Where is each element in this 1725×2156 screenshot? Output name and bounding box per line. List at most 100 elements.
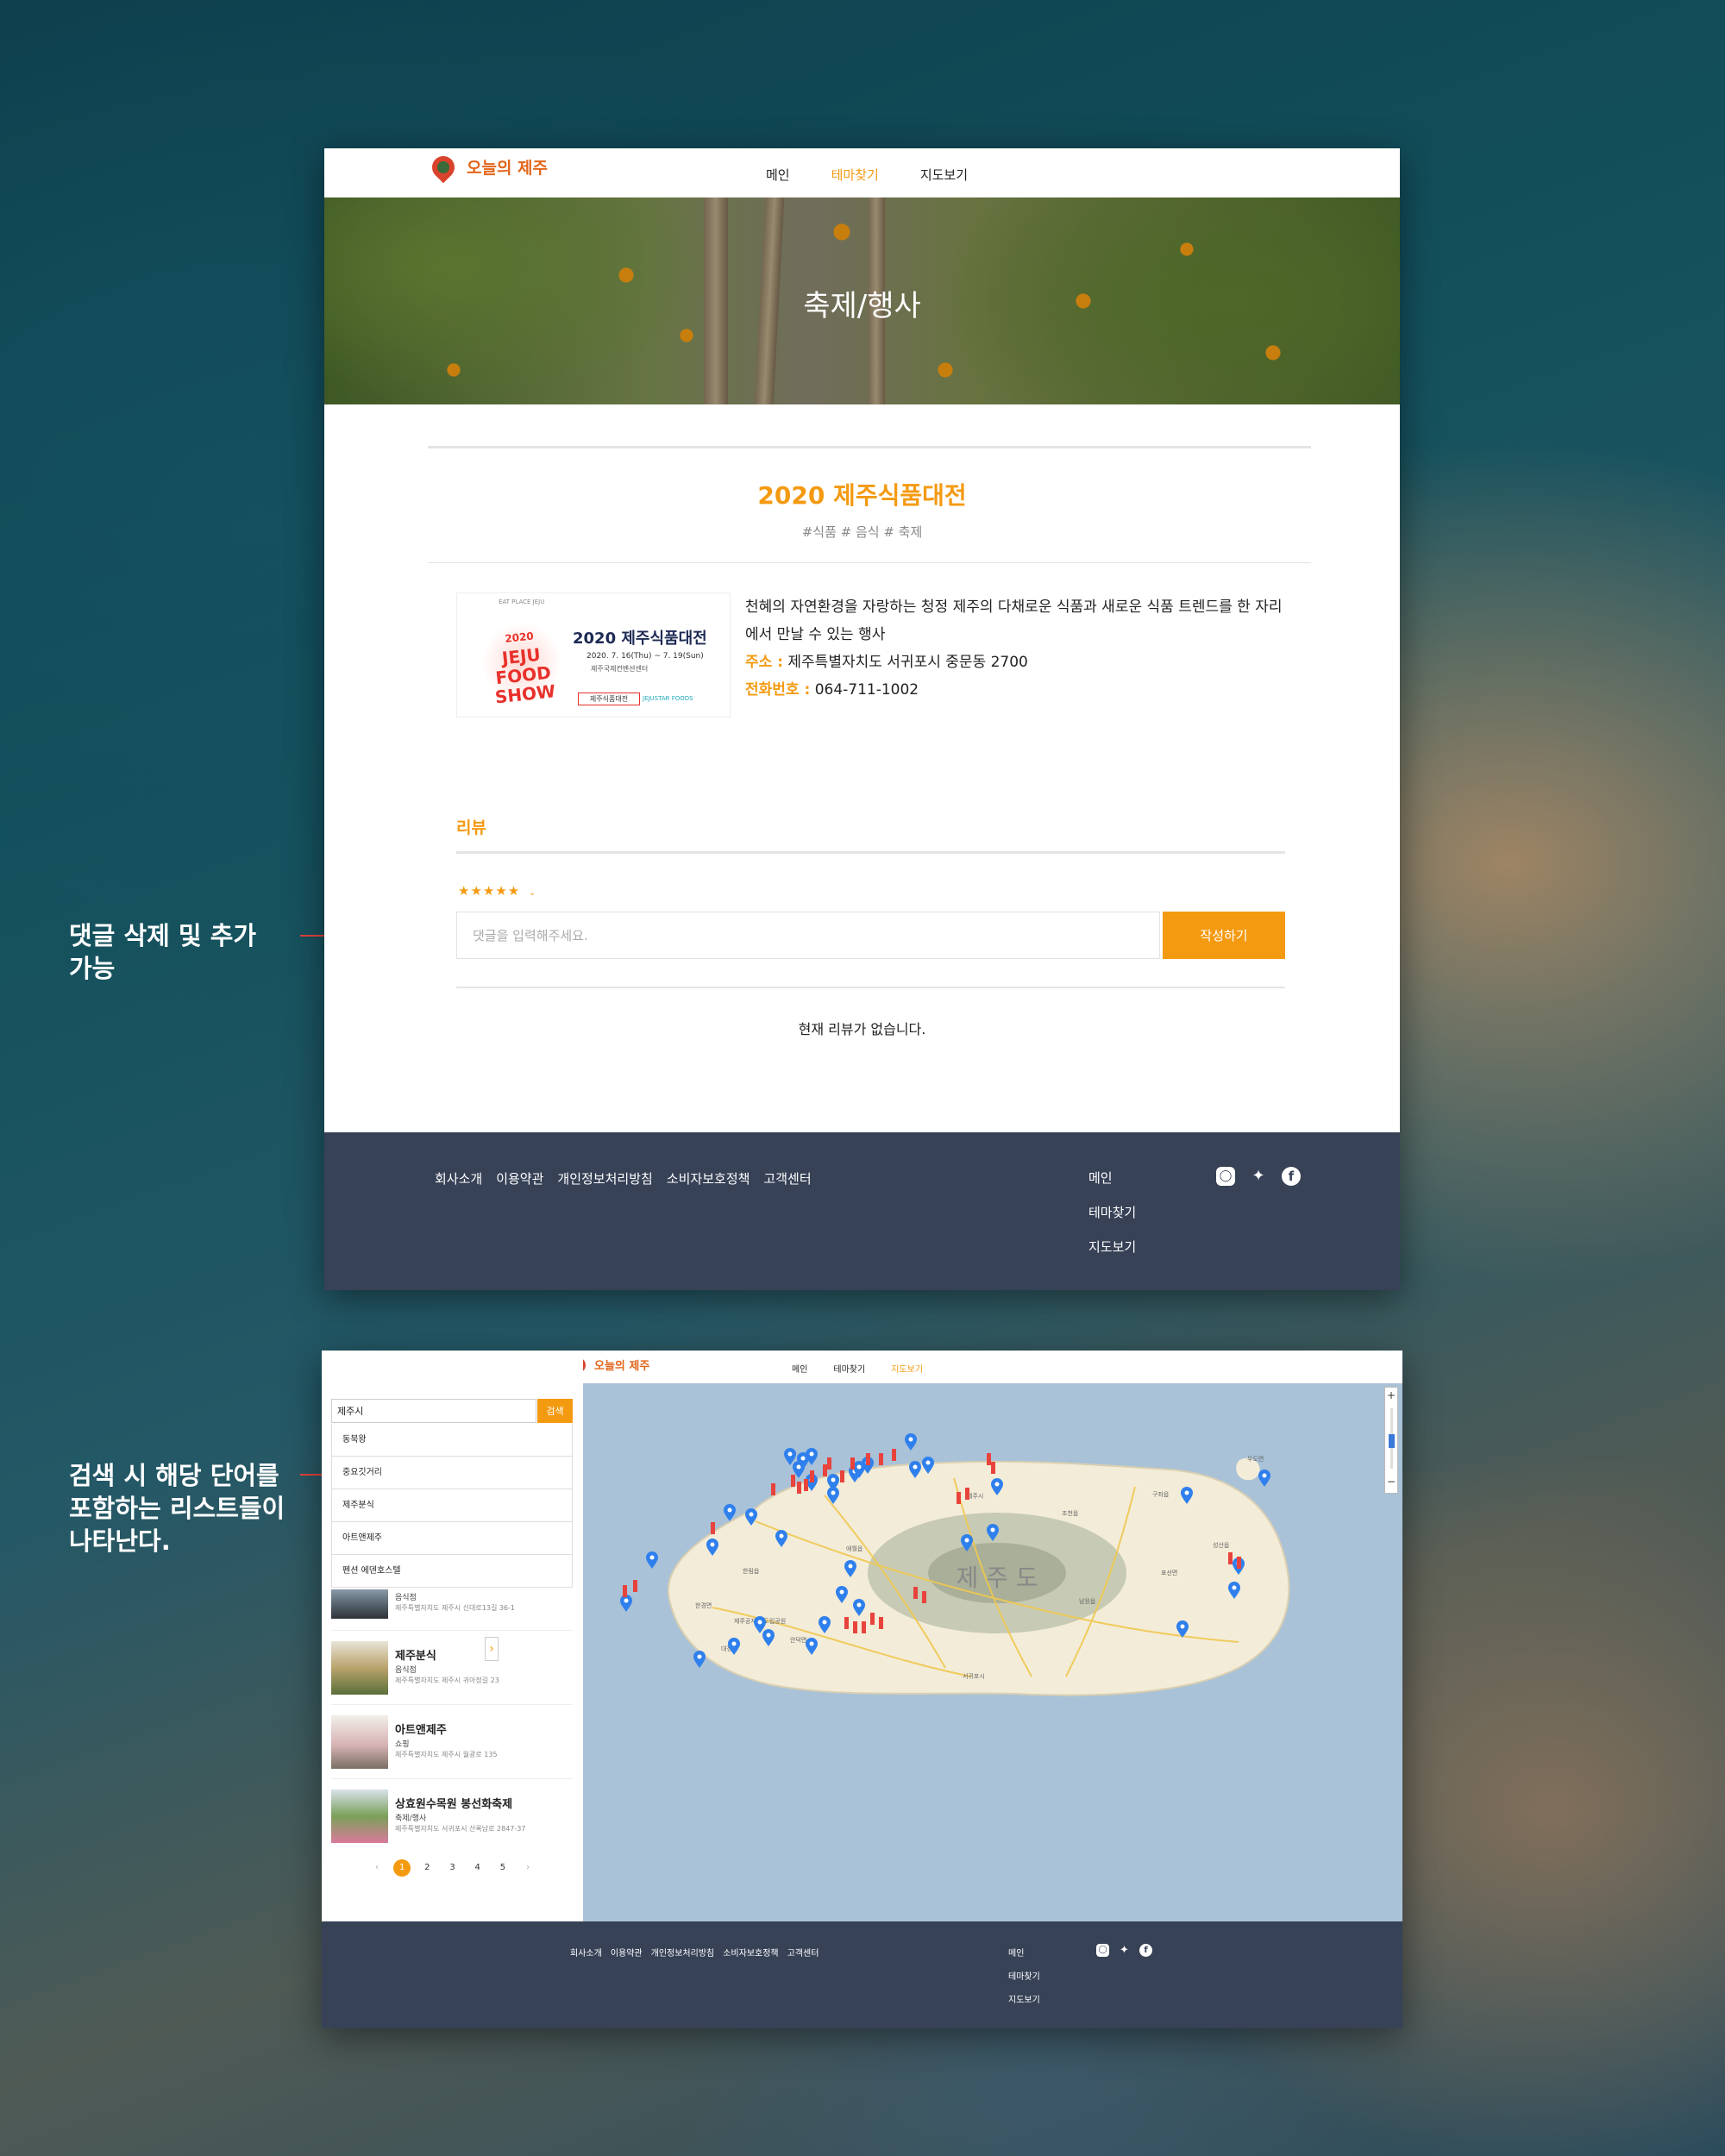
twitter-icon[interactable]: ✦ (1249, 1167, 1268, 1186)
result-thumbnail (331, 1641, 388, 1695)
description-text: 천혜의 자연환경을 자랑하는 청정 제주의 다채로운 식품과 새로운 식품 트렌… (745, 599, 1283, 643)
annotation-search: 검색 시 해당 단어를 포함하는 리스트들이 나타난다. (69, 1461, 285, 1556)
map-place-label: 한경면 (695, 1601, 712, 1609)
suggestion-item[interactable]: 아트앤제주 (331, 1522, 573, 1555)
instagram-icon[interactable]: ◯ (1216, 1167, 1235, 1186)
page-link[interactable]: 2 (418, 1859, 436, 1877)
submit-comment-button[interactable]: 작성하기 (1163, 912, 1285, 959)
jeju-map: 제 주 도 제주시 구좌읍 조천읍 애월읍 한림읍 성산읍 표선면 남원읍 서귀… (620, 1433, 1290, 1696)
map-marker-red (850, 1457, 855, 1470)
result-item[interactable]: 상효원수목원 봉선화축제 축제/행사 제주특별자치도 서귀포시 산록남로 284… (331, 1779, 573, 1853)
footer: 회사소개 이용약관 개인정보처리방침 소비자보호정책 고객센터 메인 테마찾기 … (324, 1132, 1400, 1290)
footer-link[interactable]: 개인정보처리방침 (557, 1169, 652, 1188)
zoom-slider[interactable] (1388, 1408, 1395, 1469)
comment-input[interactable] (456, 912, 1160, 959)
page-link[interactable]: 5 (494, 1859, 511, 1877)
nav-map[interactable]: 지도보기 (920, 166, 968, 184)
review-heading: 리뷰 (456, 818, 486, 837)
map-marker-red (879, 1617, 883, 1629)
zoom-control[interactable]: + − (1384, 1387, 1398, 1494)
nav-theme[interactable]: 테마찾기 (831, 166, 879, 184)
footer-links: 회사소개 이용약관 개인정보처리방침 소비자보호정책 고객센터 (435, 1169, 812, 1188)
page-link[interactable]: 1 (393, 1859, 411, 1877)
footer-link[interactable]: 개인정보처리방침 (651, 1946, 715, 1959)
divider (456, 987, 1285, 988)
suggestion-item[interactable]: 제주분식 (331, 1489, 573, 1522)
suggestion-item[interactable]: 중요깃거리 (331, 1457, 573, 1489)
map-marker-red (853, 1621, 857, 1633)
panel-toggle-button[interactable]: › (485, 1637, 499, 1661)
map-marker-red (870, 1613, 875, 1625)
footer-nav-theme[interactable]: 테마찾기 (1008, 1965, 1040, 1989)
nav-map[interactable]: 지도보기 (891, 1362, 923, 1375)
page-link[interactable]: 3 (444, 1859, 461, 1877)
map-marker-red (823, 1464, 827, 1476)
hero-banner: 축제/행사 (324, 197, 1400, 404)
map-marker-red (791, 1475, 795, 1487)
main-nav: 메인 테마찾기 지도보기 (792, 1362, 923, 1375)
footer-link[interactable]: 소비자보호정책 (723, 1946, 778, 1959)
nav-theme[interactable]: 테마찾기 (833, 1362, 865, 1375)
prev-page-icon[interactable]: ‹ (368, 1859, 386, 1877)
result-thumbnail (331, 1715, 388, 1769)
nav-main[interactable]: 메인 (766, 166, 790, 184)
next-page-icon[interactable]: › (519, 1859, 536, 1877)
footer-link[interactable]: 소비자보호정책 (667, 1169, 750, 1188)
footer-nav-map[interactable]: 지도보기 (1008, 1989, 1040, 2012)
map-marker-red (633, 1580, 637, 1592)
empty-reviews-message: 현재 리뷰가 없습니다. (798, 1021, 926, 1037)
map-marker-red (827, 1457, 831, 1470)
search-panel: 검색 동북왕 중요깃거리 제주분식 아트앤제주 펜션 에덴호스텔 음식점 제주특… (322, 1351, 583, 1889)
map-view[interactable]: 제 주 도 제주시 구좌읍 조천읍 애월읍 한림읍 성산읍 표선면 남원읍 서귀… (583, 1383, 1402, 1921)
divider (428, 562, 1311, 563)
map-marker-blue (1258, 1470, 1270, 1487)
page-link[interactable]: 4 (469, 1859, 486, 1877)
instagram-icon[interactable]: ◯ (1096, 1944, 1109, 1957)
map-marker-red (1228, 1552, 1233, 1564)
suggestion-item[interactable]: 펜션 에덴호스텔 (331, 1555, 573, 1588)
footer-link[interactable]: 고객센터 (763, 1169, 811, 1188)
map-marker-red (965, 1488, 969, 1500)
nav-main[interactable]: 메인 (792, 1362, 807, 1375)
search-input[interactable] (331, 1399, 536, 1423)
map-marker-red (957, 1492, 961, 1504)
suggestion-item[interactable]: 동북왕 (331, 1424, 573, 1457)
result-item[interactable]: 음식점 제주특별자치도 제주시 신대로13길 36-1 (331, 1588, 573, 1631)
result-item[interactable]: 제주분식 음식점 제주특별자치도 제주시 귀아정길 23 (331, 1631, 573, 1705)
map-marker-red (844, 1617, 849, 1629)
map-marker-red (623, 1585, 627, 1597)
divider (428, 446, 1311, 448)
result-thumbnail (331, 1589, 388, 1619)
zoom-out-icon[interactable]: − (1385, 1474, 1397, 1489)
map-marker-red (840, 1470, 844, 1482)
footer-nav-theme[interactable]: 테마찾기 (1088, 1195, 1136, 1230)
footer-nav-map[interactable]: 지도보기 (1088, 1230, 1136, 1264)
search-button[interactable]: 검색 (537, 1399, 573, 1423)
map-pin-logo-icon (427, 151, 460, 183)
social-links: ◯ ✦ f (1096, 1944, 1152, 1957)
rating-select[interactable]: ★★★★★ ⌄ (458, 883, 536, 899)
result-item[interactable]: 아트앤제주 쇼핑 제주특별자치도 제주시 월광로 135 (331, 1705, 573, 1779)
event-title: 2020 제주식품대전 (757, 481, 967, 510)
map-marker-red (797, 1482, 801, 1494)
footer-nav: 메인 테마찾기 지도보기 (1088, 1161, 1136, 1264)
event-poster: EAT PLACE JEJU 2020 JEJU FOOD SHOW 2020 … (456, 592, 731, 718)
footer-link[interactable]: 고객센터 (787, 1946, 819, 1959)
map-marker-red (913, 1587, 918, 1599)
footer-nav-main[interactable]: 메인 (1008, 1942, 1040, 1965)
footer-nav-main[interactable]: 메인 (1088, 1161, 1136, 1195)
phone-line: 전화번호 : 064-711-1002 (745, 681, 919, 699)
map-place-label: 성산읍 (1213, 1541, 1230, 1549)
footer-link[interactable]: 회사소개 (435, 1169, 482, 1188)
map-marker-red (987, 1453, 991, 1465)
footer-link[interactable]: 회사소개 (570, 1946, 602, 1959)
logo[interactable]: 오늘의 제주 (427, 151, 548, 183)
facebook-icon[interactable]: f (1282, 1167, 1301, 1186)
twitter-icon[interactable]: ✦ (1118, 1944, 1131, 1957)
facebook-icon[interactable]: f (1139, 1944, 1152, 1957)
footer-link[interactable]: 이용약관 (611, 1946, 643, 1959)
map-marker-blue (724, 1504, 736, 1521)
footer-link[interactable]: 이용약관 (496, 1169, 543, 1188)
hero-title: 축제/행사 (803, 289, 921, 323)
zoom-in-icon[interactable]: + (1385, 1388, 1397, 1403)
